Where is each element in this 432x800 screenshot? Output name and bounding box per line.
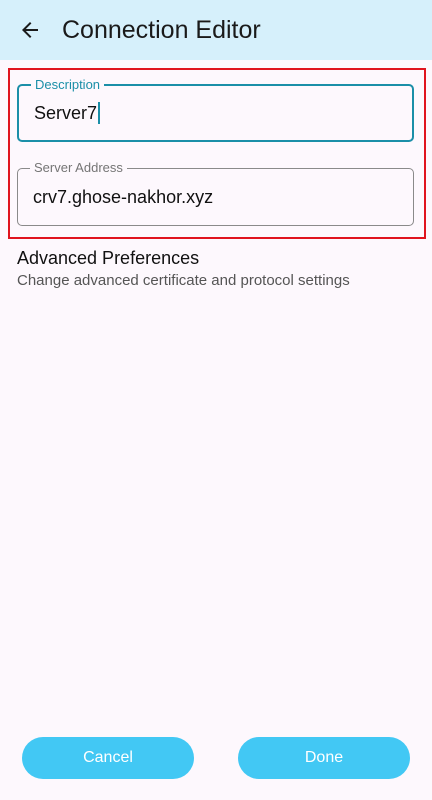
advanced-preferences-subtitle: Change advanced certificate and protocol… [17, 272, 350, 289]
arrow-left-icon [22, 22, 38, 38]
text-caret [98, 102, 101, 124]
app-bar: Connection Editor [0, 0, 432, 60]
back-button[interactable] [8, 8, 52, 52]
server-address-field[interactable]: Server Address crv7.ghose-nakhor.xyz [17, 160, 414, 226]
advanced-preferences-item[interactable]: Advanced Preferences Change advanced cer… [17, 247, 350, 290]
page-title: Connection Editor [62, 15, 261, 44]
server-address-input[interactable]: crv7.ghose-nakhor.xyz [33, 187, 213, 208]
cancel-button[interactable]: Cancel [22, 737, 194, 779]
description-input[interactable]: Server7 [34, 103, 97, 124]
advanced-preferences-title: Advanced Preferences [17, 248, 200, 268]
description-field[interactable]: Description Server7 [17, 77, 414, 142]
done-button[interactable]: Done [238, 737, 410, 779]
